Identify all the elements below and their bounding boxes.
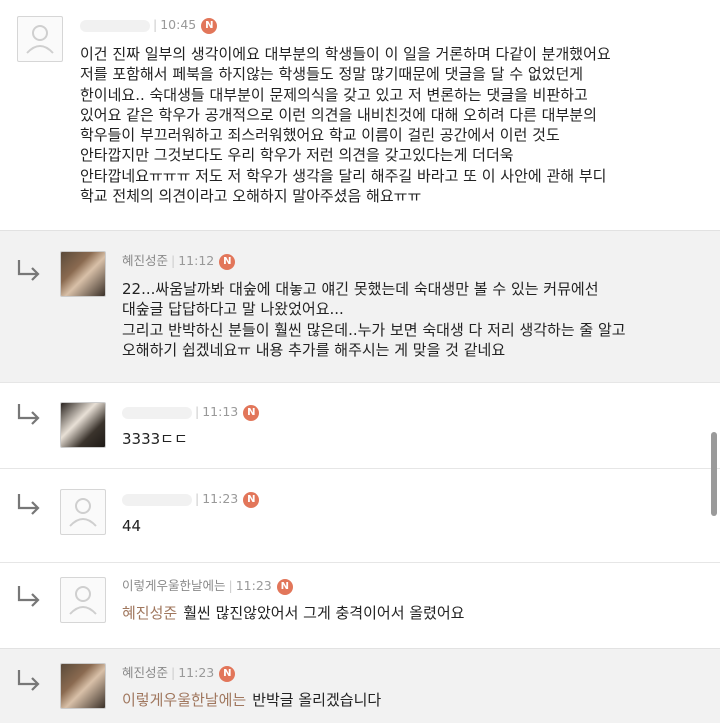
comment-line: 있어요 같은 학우가 공개적으로 이런 의견을 내비친것에 대해 오히려 다른 … [80,105,597,124]
comment-meta: | 10:45 N [80,16,218,34]
scrollbar-thumb[interactable] [711,432,717,516]
new-badge: N [243,404,260,421]
comment-line: 학교 전체의 의견이라고 오해하지 말아주셨음 해요ㅠㅠ [80,187,422,206]
reply-arrow-icon [16,403,42,425]
reply-item: 혜진성준 | 11:23 N 이렇게우울한날에는 반박글 올리겠습니다 [0,648,720,723]
comment-time: 11:13 [202,404,239,419]
mention-link[interactable]: 이렇게우울한날에는 [122,691,246,709]
reply-item: | 11:13 N 3333ㄷㄷ [0,382,720,468]
comment-meta: 혜진성준 | 11:12 N [122,252,236,270]
comment-line: 3333ㄷㄷ [122,430,188,448]
comment-line-text: 훨씬 많진않았어서 그게 충격이어서 올렸어요 [183,604,465,622]
comment-meta: 이렇게우울한날에는 | 11:23 N [122,577,293,595]
comment-line: 학우들이 부끄러워하고 죄스러워했어요 학교 이름이 걸린 공간에서 이런 것도 [80,126,560,145]
reply-arrow-icon [16,259,42,281]
profile-photo-avatar[interactable] [60,251,106,297]
new-badge: N [276,578,293,595]
new-badge: N [201,17,218,34]
new-badge: N [243,491,260,508]
comment-author[interactable]: 이렇게우울한날에는 [122,578,226,593]
default-avatar-icon[interactable] [17,16,63,62]
comment-time: 10:45 [160,17,197,32]
comment-meta: | 11:13 N [122,403,260,421]
comment-meta: 혜진성준 | 11:23 N [122,664,236,682]
profile-photo-avatar[interactable] [60,402,106,448]
comment-meta: | 11:23 N [122,490,260,508]
comment-line: 저를 포함해서 페북을 하지않는 학생들도 정말 많기때문에 댓글을 달 수 없… [80,65,584,84]
comment-line: 이건 진짜 일부의 생각이에요 대부분의 학생들이 이 일을 거론하며 다같이 … [80,45,611,63]
reply-arrow-icon [16,493,42,515]
comment-line: 오해하기 쉽겠네요ㅠ 내용 추가를 해주시는 게 맞을 것 같네요 [122,340,506,359]
comment-line: 대숲글 답답하다고 말 나왔었어요... [122,300,344,319]
comment-item: | 10:45 N 이건 진짜 일부의 생각이에요 대부분의 학생들이 이 일을 거… [0,0,720,230]
comment-time: 11:23 [178,665,215,680]
comment-body: 3333ㄷㄷ [122,429,188,449]
reply-item: 혜진성준 | 11:12 N 22...싸움날까봐 대숲에 대놓고 얘긴 못했는데 숙… [0,230,720,382]
mention-link[interactable]: 혜진성준 [122,604,177,622]
comment-line: 혜진성준 훨씬 많진않았어서 그게 충격이어서 올렸어요 [122,603,464,623]
comment-author[interactable] [80,19,150,32]
comment-line: 22...싸움날까봐 대숲에 대놓고 얘긴 못했는데 숙대생만 볼 수 있는 커… [122,280,599,298]
reply-item: 이렇게우울한날에는 | 11:23 N 혜진성준 훨씬 많진않았어서 그게 충격이어서 … [0,562,720,648]
comment-body: 이렇게우울한날에는 반박글 올리겠습니다 [122,690,381,710]
comment-line: 그리고 반박하신 분들이 훨씬 많은데..누가 보면 숙대생 다 저리 생각하는… [122,320,626,339]
comment-line-text: 반박글 올리겠습니다 [252,691,382,709]
comment-author[interactable]: 혜진성준 [122,253,168,268]
reply-arrow-icon [16,669,42,691]
reply-arrow-icon [16,585,42,607]
comment-author[interactable] [122,493,192,506]
comment-author[interactable]: 혜진성준 [122,665,168,680]
comment-line: 안타깝네요ㅠㅠㅠ 저도 저 학우가 생각을 달리 해주길 바라고 또 이 사안에… [80,166,607,185]
comment-time: 11:23 [235,578,272,593]
default-avatar-icon[interactable] [60,577,106,623]
comment-time: 11:12 [178,253,215,268]
comment-line: 안타깝지만 그것보다도 우리 학우가 저런 의견을 갖고있다는게 더더욱 [80,146,514,165]
comment-body: 혜진성준 훨씬 많진않았어서 그게 충격이어서 올렸어요 [122,603,464,623]
comment-body: 이건 진짜 일부의 생각이에요 대부분의 학생들이 이 일을 거론하며 다같이 … [80,44,611,206]
comment-author[interactable] [122,406,192,419]
profile-photo-avatar[interactable] [60,663,106,709]
comment-body: 22...싸움날까봐 대숲에 대놓고 얘긴 못했는데 숙대생만 볼 수 있는 커… [122,279,626,360]
default-avatar-icon[interactable] [60,489,106,535]
comment-time: 11:23 [202,491,239,506]
new-badge: N [219,253,236,270]
reply-item: | 11:23 N 44 [0,468,720,562]
comment-line: 44 [122,517,142,535]
comment-line: 이렇게우울한날에는 반박글 올리겠습니다 [122,690,381,710]
comment-body: 44 [122,516,141,536]
comment-line: 한이네요.. 숙대생들 대부분이 문제의식을 갖고 있고 저 변론하는 댓글을 … [80,85,588,104]
new-badge: N [219,665,236,682]
